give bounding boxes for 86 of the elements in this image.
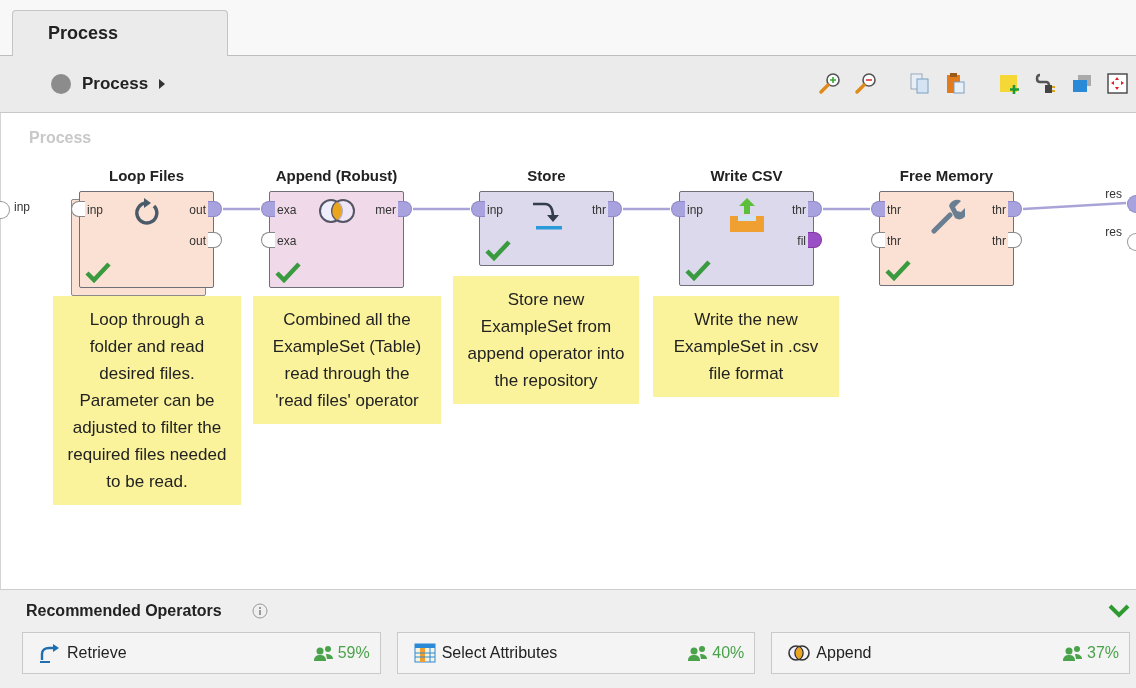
port-handle[interactable] xyxy=(1127,195,1136,213)
connection-line xyxy=(223,207,260,211)
port-label: inp xyxy=(87,202,103,218)
port-handle[interactable] xyxy=(1127,233,1136,251)
overlap-circles-icon xyxy=(316,198,357,224)
note-text: Store new ExampleSet from append operator into the repository xyxy=(453,276,639,404)
note-text: Loop through a folder and read desired files. Parameter can be adjusted to filter the required files needed to be read. xyxy=(53,296,241,505)
port-handle[interactable] xyxy=(1008,201,1022,217)
port-handle[interactable] xyxy=(608,201,622,217)
operator-box[interactable]: thr thr thr thr xyxy=(879,191,1014,286)
chevron-down-icon[interactable] xyxy=(1108,603,1130,619)
connection-line xyxy=(623,207,670,211)
operator-title: Write CSV xyxy=(709,167,784,184)
fit-icon[interactable] xyxy=(1106,72,1130,96)
operator-title: Store xyxy=(526,167,567,184)
port-handle[interactable] xyxy=(398,201,412,217)
paste-icon[interactable] xyxy=(944,72,968,96)
users-icon xyxy=(1063,645,1083,661)
users-icon xyxy=(688,645,709,661)
port-label: out xyxy=(189,202,206,218)
users-icon xyxy=(313,645,334,661)
copy-icon[interactable] xyxy=(908,72,932,96)
port-handle[interactable] xyxy=(808,201,822,217)
port-handle[interactable] xyxy=(871,232,885,248)
wrench-icon xyxy=(928,198,965,234)
zoom-in-icon[interactable] xyxy=(818,72,842,96)
overlap-circles-icon xyxy=(788,642,811,664)
info-icon[interactable] xyxy=(251,603,268,619)
port-handle[interactable] xyxy=(261,232,275,248)
note-text: Write the new ExampleSet in .csv file format xyxy=(653,296,839,397)
port-handle[interactable] xyxy=(0,201,10,219)
port-handle[interactable] xyxy=(808,232,822,248)
port-label: exa xyxy=(277,202,297,218)
usage-percent: 37% xyxy=(1087,644,1119,662)
port-label: thr xyxy=(992,202,1006,218)
export-tray-icon xyxy=(727,198,766,234)
operator-box[interactable]: inp out out xyxy=(79,191,214,288)
plug-icon[interactable] xyxy=(1034,72,1058,96)
port-handle[interactable] xyxy=(208,201,222,217)
note-add-icon[interactable] xyxy=(998,72,1022,96)
port-handle[interactable] xyxy=(71,201,85,217)
port-label: thr xyxy=(992,233,1006,249)
port-handle[interactable] xyxy=(671,201,685,217)
operator-name: Retrieve xyxy=(67,644,127,662)
port-label: res xyxy=(1105,187,1122,201)
zoom-out-icon[interactable] xyxy=(854,72,878,96)
port-label: inp xyxy=(487,202,503,218)
note-text: Combined all the ExampleSet (Table) read through the 'read files' operator xyxy=(253,296,441,424)
port-label: thr xyxy=(887,202,901,218)
port-handle[interactable] xyxy=(261,201,275,217)
port-label: thr xyxy=(887,233,901,249)
operator-box[interactable]: inp thr fil xyxy=(679,191,814,286)
operator-suggestion[interactable]: Select Attributes 40% xyxy=(396,632,756,674)
table-icon xyxy=(413,642,436,664)
breadcrumb-link[interactable]: Process xyxy=(82,74,149,94)
process-icon xyxy=(50,73,72,95)
port-label: res xyxy=(1105,225,1122,239)
port-label: inp xyxy=(687,202,703,218)
port-label: mer xyxy=(375,202,396,218)
retrieve-arrow-icon xyxy=(39,642,61,664)
usage-percent: 40% xyxy=(712,644,745,662)
caret-icon[interactable] xyxy=(158,79,166,89)
connection-line xyxy=(413,207,470,211)
port-handle[interactable] xyxy=(871,201,885,217)
operator-title: Append (Robust) xyxy=(274,167,399,184)
port-handle[interactable] xyxy=(471,201,485,217)
operator-name: Select Attributes xyxy=(441,644,558,662)
operator-title: Free Memory xyxy=(898,167,995,184)
port-label: thr xyxy=(792,202,806,218)
port-label: out xyxy=(189,233,206,249)
port-handle[interactable] xyxy=(208,232,222,248)
operator-name: Append xyxy=(816,644,872,662)
process-tab[interactable]: Process xyxy=(12,10,228,56)
port-label: inp xyxy=(14,200,30,214)
port-handle[interactable] xyxy=(1008,232,1022,248)
operator-title: Loop Files xyxy=(108,167,185,184)
usage-percent: 59% xyxy=(337,644,370,662)
operator-suggestion[interactable]: Retrieve 59% xyxy=(22,632,381,674)
connection-line xyxy=(823,207,870,211)
port-label: fil xyxy=(797,233,806,249)
operator-suggestion[interactable]: Append 37% xyxy=(771,632,1130,674)
operator-box[interactable]: exa exa mer xyxy=(269,191,404,288)
port-label: exa xyxy=(277,233,297,249)
panel-title: Recommended Operators xyxy=(26,602,222,620)
port-label: thr xyxy=(592,202,606,218)
operator-box[interactable]: inp thr xyxy=(479,191,614,266)
